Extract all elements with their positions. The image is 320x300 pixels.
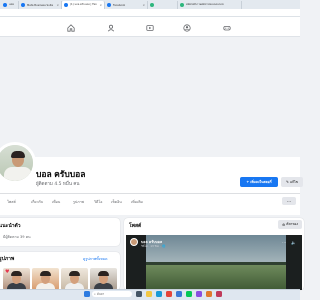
thumb-hair (40, 271, 51, 276)
filter-icon: ⚙ (282, 222, 286, 227)
profile-avatar[interactable] (0, 142, 36, 184)
browser-tab-label: แชท (9, 3, 15, 6)
video-sky (146, 235, 286, 265)
browser-tab-label: สมัครคลิป โพสต์ขายของออนไลน์ (186, 3, 224, 6)
edge-icon[interactable] (156, 291, 162, 297)
chrome-icon[interactable] (166, 291, 172, 297)
see-all-photos-link[interactable]: ดูรูปภาพทั้งหมด (83, 256, 108, 262)
pencil-icon: ✎ (285, 180, 289, 184)
facebook-icon (107, 3, 111, 7)
plus-icon: + (246, 180, 250, 184)
close-icon[interactable]: × (99, 3, 102, 7)
post-meta: วิดีโอ · 13 ชม. · 🌐 (141, 244, 166, 248)
intro-detail: มีผู้ติดตาม 39 คน (3, 235, 31, 239)
profile-tabs: โพสต์ เกี่ยวกับ เพื่อน รูปภาพ วิดีโอ เช็… (0, 199, 300, 209)
thumb-hair (98, 271, 109, 276)
meta-icon (21, 3, 25, 7)
taskbar-search[interactable]: ค้นหา (92, 291, 132, 297)
intro-title: แนะนำตัว (0, 223, 21, 229)
browser-tab-label: Meta Business Suite (27, 3, 54, 7)
thumb-hair (11, 271, 22, 276)
tab-photos[interactable]: รูปภาพ (73, 199, 84, 205)
header-divider (0, 193, 300, 194)
browser-tab-label: (1) บอล ครับบอล | Facebook (70, 3, 97, 6)
filter-button[interactable]: ⚙ ตัวกรอง (278, 220, 302, 229)
photo-thumbnail[interactable] (61, 268, 88, 290)
browser-tab-strip: แชท Meta Business Suite × (1) บอล ครับบอ… (0, 0, 300, 9)
browser-tab-label: Facebook (113, 3, 126, 7)
browser-tab[interactable]: Meta Business Suite × (19, 1, 62, 9)
address-bar[interactable] (0, 9, 300, 17)
tab-checkins[interactable]: เช็คอิน (111, 199, 122, 205)
browser-tab-active[interactable]: (1) บอล ครับบอล | Facebook × (62, 1, 105, 9)
line-icon[interactable] (186, 291, 192, 297)
task-view-icon[interactable] (136, 291, 142, 297)
tab-videos[interactable]: วิดีโอ (94, 199, 102, 205)
photo-thumbnail[interactable] (32, 268, 59, 290)
app-icon[interactable] (206, 291, 212, 297)
browser-tab[interactable]: Facebook × (105, 1, 148, 9)
app-icon[interactable] (216, 291, 222, 297)
filter-label: ตัวกรอง (286, 222, 298, 226)
video-icon[interactable] (145, 23, 155, 32)
profile-name: บอล ครับบอล (36, 169, 86, 179)
heart-icon: ♥ (5, 269, 10, 275)
edit-profile-label: แก้ไข (289, 179, 299, 184)
tab-friends[interactable]: เพื่อน (52, 199, 60, 205)
gaming-icon[interactable] (222, 23, 232, 32)
browser-tab[interactable] (148, 1, 178, 9)
messenger-icon (3, 3, 7, 7)
posts-title: โพสต์ (129, 223, 142, 229)
browser-tab[interactable]: สมัครคลิป โพสต์ขายของออนไลน์ (178, 1, 242, 9)
photo-thumbnail[interactable]: ♥ (3, 268, 30, 290)
video-field (146, 265, 286, 290)
groups-icon[interactable] (182, 23, 192, 32)
search-icon: ⌕ (94, 292, 96, 296)
file-explorer-icon[interactable] (146, 291, 152, 297)
more-horizontal-icon[interactable]: ⋯ (282, 240, 286, 245)
tab-about[interactable]: เกี่ยวกับ (31, 199, 43, 205)
edit-profile-button[interactable]: ✎ แก้ไข (281, 177, 303, 187)
cover-photo[interactable] (0, 37, 300, 157)
store-icon[interactable] (176, 291, 182, 297)
photo-thumbnail[interactable] (90, 268, 117, 290)
start-icon[interactable] (84, 291, 90, 297)
more-options-button[interactable]: ··· (282, 197, 296, 205)
close-icon[interactable]: × (142, 3, 145, 7)
facebook-icon (64, 3, 68, 7)
browser-tab[interactable]: แชท (1, 1, 19, 9)
facebook-top-nav (0, 17, 300, 37)
profile-followers[interactable]: ผู้ติดตาม 4.5 หมื่น คน (36, 180, 79, 187)
post-author-avatar[interactable] (130, 238, 138, 246)
volume-icon[interactable]: 🔈 (291, 240, 296, 245)
tab-posts[interactable]: โพสต์ (7, 199, 16, 205)
close-icon[interactable]: × (56, 3, 59, 7)
thumb-hair (69, 271, 80, 276)
home-icon[interactable] (66, 23, 76, 32)
add-story-button[interactable]: + เพิ่มลงในสตอรี่ (240, 177, 278, 187)
photos-title: รูปภาพ (0, 256, 15, 262)
app-icon[interactable] (196, 291, 202, 297)
tab-more[interactable]: เพิ่มเติม (131, 199, 143, 205)
avatar-hair (11, 151, 25, 158)
add-story-label: เพิ่มลงในสตอรี่ (250, 179, 272, 184)
tab-icon (150, 3, 154, 7)
tab-icon (180, 3, 184, 7)
friends-icon[interactable] (106, 23, 116, 32)
